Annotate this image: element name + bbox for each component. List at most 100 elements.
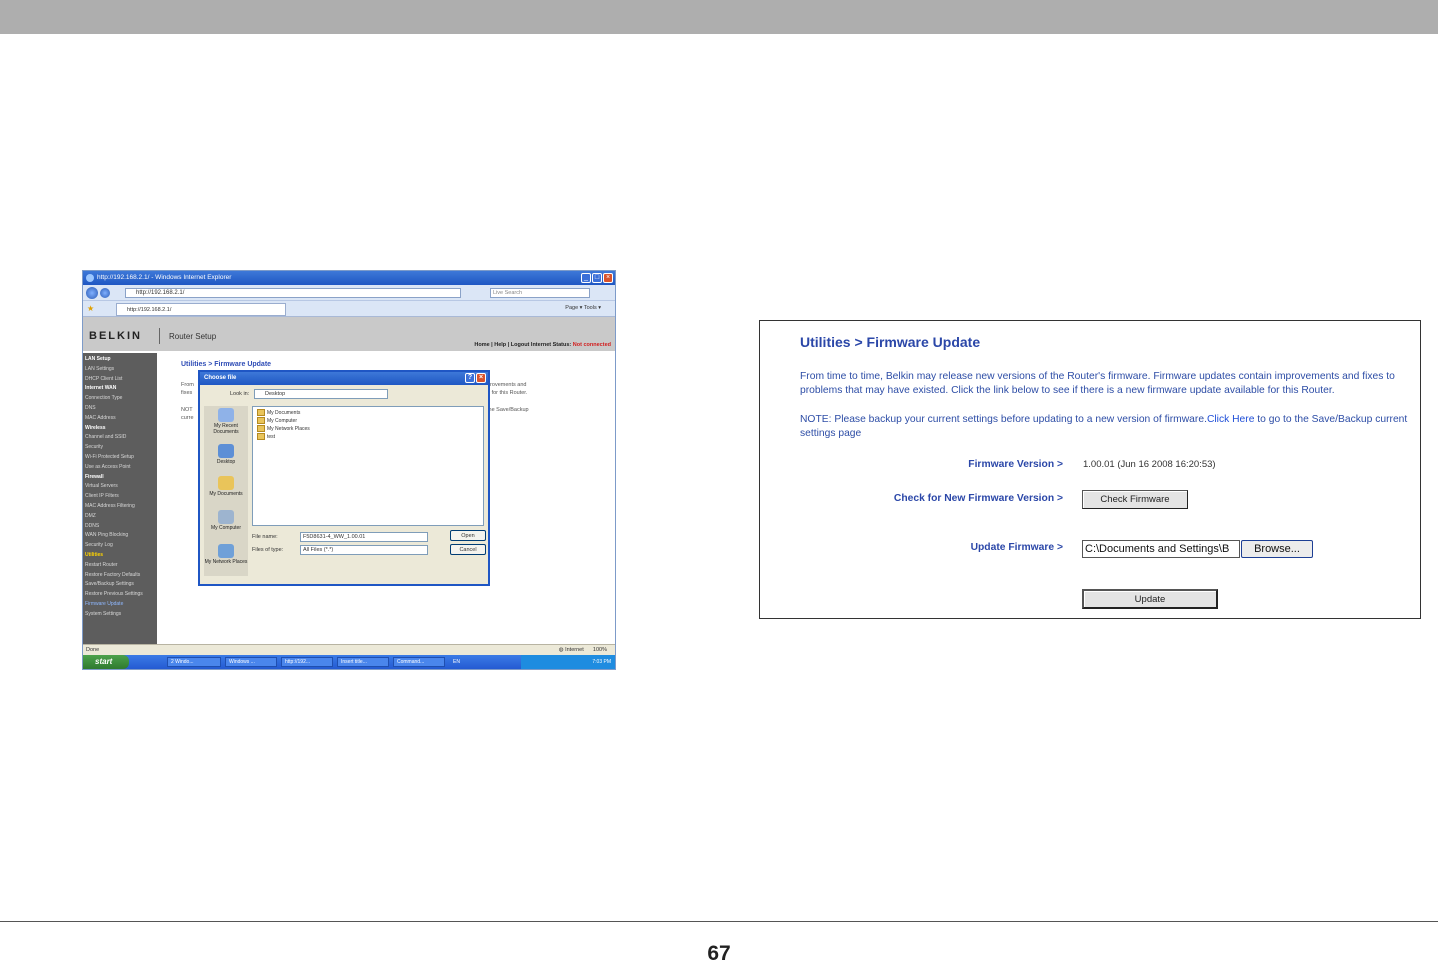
sidebar-item[interactable]: Restart Router <box>85 561 157 571</box>
sidebar-item[interactable]: Internet WAN <box>85 384 157 394</box>
place-desktop[interactable]: Desktop <box>204 444 248 465</box>
footer-rule <box>0 921 1438 922</box>
sidebar-item[interactable]: Wireless <box>85 424 157 434</box>
system-tray: 7:03 PM <box>521 655 615 669</box>
sidebar-item[interactable]: LAN Settings <box>85 365 157 375</box>
help-icon[interactable]: ? <box>465 373 475 383</box>
note-text: NOTE: Please backup your current setting… <box>800 414 1207 425</box>
ie-screenshot: http://192.168.2.1/ - Windows Internet E… <box>82 270 616 670</box>
note-paragraph: NOTE: Please backup your current setting… <box>800 413 1416 441</box>
taskbar-item[interactable]: Command... <box>393 657 445 667</box>
sidebar-item[interactable]: DDNS <box>85 522 157 532</box>
file-list-item[interactable]: My Network Places <box>257 425 479 433</box>
cancel-button[interactable]: Cancel <box>450 544 486 555</box>
close-icon[interactable]: × <box>603 273 613 283</box>
file-list-item[interactable]: test <box>257 433 479 441</box>
globe-icon: ◍ <box>558 647 564 653</box>
file-name-input[interactable]: F5D8631-4_WW_1.00.01 <box>300 532 428 542</box>
file-list-item[interactable]: My Documents <box>257 409 479 417</box>
ie-toolbar[interactable]: Page ▾ Tools ▾ <box>565 305 601 311</box>
sidebar-item[interactable]: Use as Access Point <box>85 463 157 473</box>
text-fragment: provements and <box>487 382 527 388</box>
address-bar[interactable]: http://192.168.2.1/ <box>125 288 461 298</box>
desktop-icon <box>218 444 234 458</box>
text-fragment: NOT <box>181 407 193 413</box>
firmware-file-input[interactable]: C:\Documents and Settings\B <box>1082 540 1240 558</box>
taskbar-item[interactable]: 2 Windo... <box>167 657 221 667</box>
ie-tab[interactable]: http://192.168.2.1/ <box>116 303 286 316</box>
sidebar-item[interactable]: Restore Previous Settings <box>85 590 157 600</box>
sidebar-item[interactable]: Client IP Filters <box>85 492 157 502</box>
sidebar-item[interactable]: Firmware Update <box>85 600 157 610</box>
minimize-icon[interactable]: _ <box>581 273 591 283</box>
sidebar-item[interactable]: Security <box>85 443 157 453</box>
router-sidebar: LAN Setup LAN Settings DHCP Client List Int… <box>83 353 157 644</box>
router-subtitle: Router Setup <box>169 332 217 341</box>
intro-paragraph: From time to time, Belkin may release ne… <box>800 371 1395 396</box>
firmware-update-panel: Utilities > Firmware Update From time to… <box>759 320 1421 619</box>
router-top-links: Home | Help | Logout Internet Status: No… <box>474 342 611 348</box>
favorites-star-icon[interactable]: ★ <box>87 304 94 313</box>
sidebar-item[interactable]: Save/Backup Settings <box>85 580 157 590</box>
start-button[interactable]: start <box>83 655 129 669</box>
taskbar-item[interactable]: http://192... <box>281 657 333 667</box>
back-icon[interactable] <box>86 287 98 299</box>
file-type-select[interactable]: All Files (*.*) <box>300 545 428 555</box>
file-list-item[interactable]: My Computer <box>257 417 479 425</box>
taskbar-item[interactable]: Insert title... <box>337 657 389 667</box>
sidebar-item[interactable]: Utilities <box>85 551 157 561</box>
ie-nav-bar: http://192.168.2.1/ Live Search <box>83 285 615 301</box>
logo-divider <box>159 328 160 344</box>
sidebar-item[interactable]: Channel and SSID <box>85 433 157 443</box>
dialog-title-bar: Choose file ? × <box>200 372 488 385</box>
ie-title-bar: http://192.168.2.1/ - Windows Internet E… <box>83 271 615 285</box>
text-fragment: e for this Router. <box>487 390 528 396</box>
header-band <box>0 0 1438 34</box>
my-documents-icon <box>218 476 234 490</box>
sidebar-item[interactable]: DNS <box>85 404 157 414</box>
place-my-computer[interactable]: My Computer <box>204 510 248 531</box>
language-indicator[interactable]: EN <box>453 655 460 669</box>
browse-button[interactable]: Browse... <box>1241 540 1313 558</box>
sidebar-item[interactable]: Virtual Servers <box>85 482 157 492</box>
sidebar-item[interactable]: DMZ <box>85 512 157 522</box>
look-in-label: Look in: <box>230 391 250 397</box>
taskbar: start 2 Windo... Windows ... http://192.… <box>83 655 615 669</box>
forward-icon[interactable] <box>100 288 110 298</box>
sidebar-item[interactable]: System Settings <box>85 610 157 620</box>
check-firmware-label: Check for New Firmware Version > <box>893 493 1063 504</box>
click-here-link[interactable]: Click Here <box>1207 414 1255 425</box>
maximize-icon[interactable]: □ <box>592 273 602 283</box>
sidebar-item[interactable]: Security Log <box>85 541 157 551</box>
router-main: Utilities > Firmware Update <box>181 361 611 368</box>
text-fragment: curre <box>181 415 194 421</box>
sidebar-item[interactable]: Wi-Fi Protected Setup <box>85 453 157 463</box>
top-links-text[interactable]: Home | Help | Logout Internet Status: <box>474 342 571 348</box>
sidebar-item[interactable]: WAN Ping Blocking <box>85 531 157 541</box>
open-button[interactable]: Open <box>450 530 486 541</box>
update-firmware-label: Update Firmware > <box>970 542 1063 553</box>
check-firmware-button[interactable]: Check Firmware <box>1082 490 1188 509</box>
ie-tab-bar: ★ http://192.168.2.1/ Page ▾ Tools ▾ <box>83 301 615 317</box>
text-fragment: fixes <box>181 390 193 396</box>
firmware-version-label: Firmware Version > <box>968 459 1063 470</box>
place-network[interactable]: My Network Places <box>204 544 248 565</box>
file-type-label: Files of type: <box>252 547 284 553</box>
zoom-level[interactable]: 100% <box>593 647 607 653</box>
firmware-version-value: 1.00.01 (Jun 16 2008 16:20:53) <box>1083 459 1216 470</box>
place-recent[interactable]: My Recent Documents <box>204 408 248 435</box>
sidebar-item[interactable]: Firewall <box>85 473 157 483</box>
sidebar-item[interactable]: LAN Setup <box>85 355 157 365</box>
update-button[interactable]: Update <box>1082 589 1218 609</box>
place-my-documents[interactable]: My Documents <box>204 476 248 497</box>
sidebar-item[interactable]: MAC Address <box>85 414 157 424</box>
file-list[interactable]: My Documents My Computer My Network Places… <box>252 406 484 526</box>
look-in-select[interactable]: Desktop <box>254 389 388 399</box>
sidebar-item[interactable]: DHCP Client List <box>85 375 157 385</box>
dialog-close-icon[interactable]: × <box>476 373 486 383</box>
search-input[interactable]: Live Search <box>490 288 590 298</box>
sidebar-item[interactable]: MAC Address Filtering <box>85 502 157 512</box>
sidebar-item[interactable]: Connection Type <box>85 394 157 404</box>
sidebar-item[interactable]: Restore Factory Defaults <box>85 571 157 581</box>
taskbar-item[interactable]: Windows ... <box>225 657 277 667</box>
